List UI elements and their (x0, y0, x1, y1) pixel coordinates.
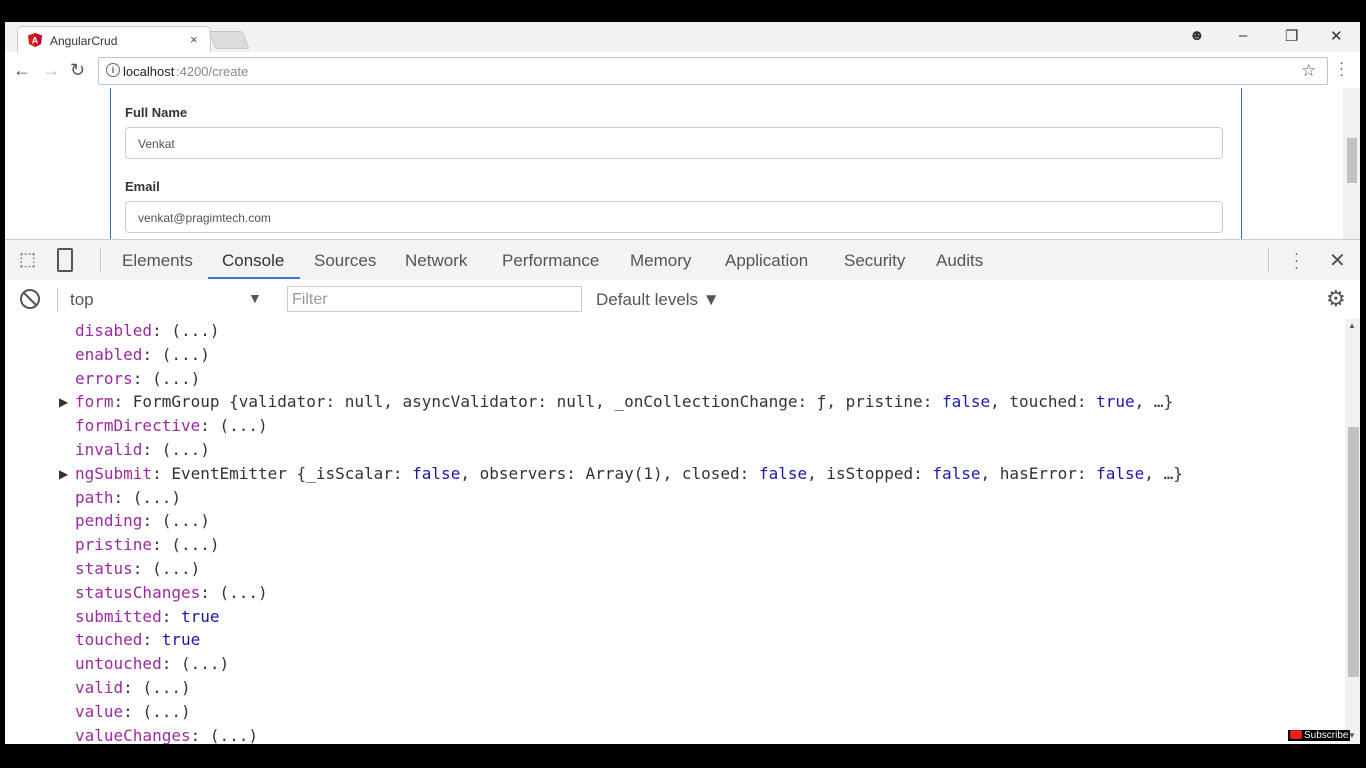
tab-network[interactable]: Network (405, 251, 467, 271)
filter-input[interactable]: Filter (287, 286, 582, 312)
toolbar-divider (100, 248, 101, 272)
console-property-line: disabled: (...) (75, 321, 220, 340)
page-viewport: Full Name Venkat Email venkat@pragimtech… (5, 88, 1360, 239)
close-window-button[interactable]: ✕ (1330, 27, 1343, 45)
url-path: :4200/create (176, 64, 249, 79)
console-property-line: statusChanges: (...) (75, 582, 268, 602)
subscribe-watermark: Subscribe (1288, 730, 1351, 741)
new-tab-button[interactable] (208, 31, 250, 49)
expand-toggle-icon[interactable]: ▶ (59, 395, 68, 409)
tab-security[interactable]: Security (844, 251, 905, 271)
property-key: form (75, 392, 114, 412)
console-property-line: untouched: (...) (75, 654, 230, 674)
property-key: value (75, 701, 124, 721)
console-property-line: formDirective: (...) (75, 416, 268, 436)
console-property-line: touched: true (75, 630, 201, 650)
url-input[interactable]: i localhost :4200/create ☆ (98, 57, 1328, 85)
console-output: disabled: (...) enabled: (...) errors: (..… (5, 319, 1345, 744)
console-property-line[interactable]: form: FormGroup {validator: null, asyncV… (75, 392, 1173, 411)
device-toolbar-icon[interactable] (57, 248, 73, 272)
property-key: pristine (75, 535, 153, 555)
profile-icon[interactable]: ☻ (1189, 27, 1205, 44)
tab-audits[interactable]: Audits (936, 251, 983, 271)
toolbar-divider (57, 288, 58, 312)
url-host: localhost (123, 64, 175, 79)
property-key: ngSubmit (75, 463, 153, 483)
youtube-icon (1290, 730, 1302, 739)
tab-application[interactable]: Application (725, 251, 808, 271)
tab-sources[interactable]: Sources (314, 251, 376, 271)
property-key: path (75, 487, 114, 507)
property-key: invalid (75, 440, 143, 459)
active-tab-indicator (208, 277, 300, 279)
back-icon[interactable]: ← (13, 60, 31, 81)
console-property-line[interactable]: ngSubmit: EventEmitter {_isScalar: false… (75, 464, 1183, 483)
console-property-line: valid: (...) (75, 678, 191, 697)
property-key: statusChanges (75, 582, 201, 602)
context-select[interactable]: top (70, 290, 94, 310)
tab-title: AngularCrud (50, 34, 118, 48)
devtools-tabbar: ⬚ Elements Console Sources Network Perfo… (5, 239, 1360, 281)
browser-tab[interactable]: A AngularCrud × (17, 26, 211, 53)
console-property-line: pending: (...) (75, 511, 210, 531)
reload-icon[interactable]: ↻ (70, 60, 85, 81)
gear-icon[interactable]: ⚙ (1326, 286, 1346, 312)
console-property-line: valueChanges: (...) (75, 725, 259, 744)
full-name-input[interactable]: Venkat (125, 127, 1223, 159)
page-scroll-thumb[interactable] (1347, 138, 1357, 183)
context-dropdown-arrow-icon[interactable]: ▼ (248, 290, 262, 306)
tab-strip: A AngularCrud × ☻ – ❐ ✕ (5, 22, 1360, 53)
svg-text:A: A (32, 36, 39, 46)
console-property-line: enabled: (...) (75, 344, 210, 364)
console-scroll-thumb[interactable] (1348, 427, 1359, 677)
browser-window: A AngularCrud × ☻ – ❐ ✕ ← → ↻ i localhos… (5, 22, 1360, 744)
scroll-up-icon[interactable]: ▲ (1348, 321, 1356, 330)
subscribe-label: Subscribe (1304, 730, 1349, 741)
property-key: status (75, 559, 133, 578)
close-devtools-icon[interactable]: ✕ (1329, 248, 1346, 273)
console-property-line: pristine: (...) (75, 535, 220, 555)
console-property-line: value: (...) (75, 701, 191, 721)
email-label: Email (125, 179, 160, 194)
property-key: untouched (75, 654, 162, 674)
info-icon[interactable]: i (106, 63, 120, 77)
property-key: pending (75, 511, 143, 531)
log-levels-dropdown[interactable]: Default levels ▼ (596, 290, 720, 310)
property-key: disabled (75, 321, 153, 340)
forward-icon[interactable]: → (42, 60, 60, 81)
bookmark-star-icon[interactable]: ☆ (1301, 61, 1316, 81)
console-property-line: errors: (...) (75, 368, 201, 388)
clear-console-icon[interactable] (20, 289, 40, 309)
expand-toggle-icon[interactable]: ▶ (59, 467, 68, 481)
toolbar-divider (1268, 248, 1269, 272)
inspect-element-icon[interactable]: ⬚ (19, 249, 36, 270)
property-key: enabled (75, 344, 143, 364)
property-key: submitted (75, 606, 162, 626)
console-toolbar: top ▼ Filter Default levels ▼ ⚙ (5, 280, 1360, 320)
tab-close-icon[interactable]: × (190, 32, 198, 47)
console-scrollbar[interactable]: ▲ ▼ (1345, 319, 1360, 744)
console-property-line: path: (...) (75, 487, 181, 507)
property-key: valueChanges (75, 725, 191, 744)
property-key: formDirective (75, 416, 201, 436)
full-name-label: Full Name (125, 105, 188, 120)
property-key: touched (75, 630, 143, 650)
restore-button[interactable]: ❐ (1285, 27, 1298, 45)
page-scrollbar[interactable] (1343, 88, 1360, 239)
property-key: valid (75, 678, 124, 697)
devtools-menu-icon[interactable]: · · · (1294, 246, 1299, 275)
console-property-line: submitted: true (75, 606, 220, 626)
tab-console[interactable]: Console (222, 251, 284, 271)
angular-logo-icon: A (28, 33, 42, 47)
browser-menu-icon[interactable]: · · · (1339, 55, 1344, 82)
property-key: errors (75, 368, 133, 388)
console-property-line: invalid: (...) (75, 440, 210, 459)
tab-memory[interactable]: Memory (630, 251, 691, 271)
address-bar: ← → ↻ i localhost :4200/create ☆ · · · (5, 52, 1360, 89)
minimize-button[interactable]: – (1239, 27, 1247, 44)
email-input[interactable]: venkat@pragimtech.com (125, 201, 1223, 233)
tab-elements[interactable]: Elements (122, 251, 193, 271)
console-property-line: status: (...) (75, 559, 201, 578)
tab-performance[interactable]: Performance (502, 251, 599, 271)
